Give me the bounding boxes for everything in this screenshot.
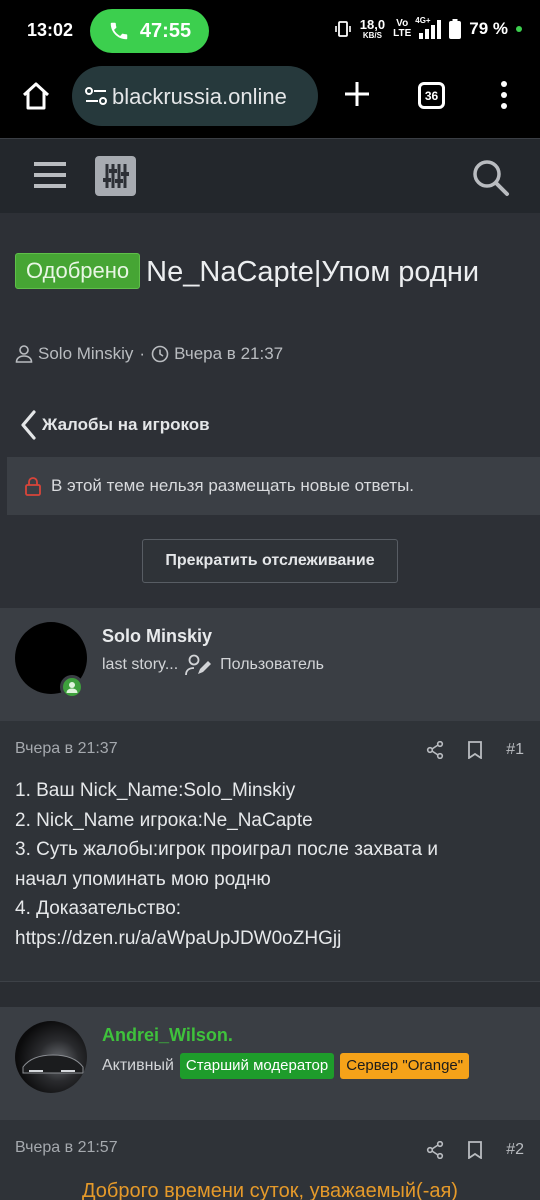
user-title-text: Активный: [102, 1057, 174, 1074]
post-1-body: Вчера в 21:37 #1 1. Ваш Nick_Name:Solo_M…: [0, 721, 540, 981]
net-speed: 18,0 KB/S: [359, 17, 386, 40]
post-author-name[interactable]: Andrei_Wilson.: [102, 1025, 233, 1046]
home-icon[interactable]: [20, 80, 52, 112]
post-date[interactable]: Вчера в 21:57: [15, 1139, 118, 1157]
bookmark-icon[interactable]: [466, 741, 484, 759]
share-icon[interactable]: [426, 1141, 444, 1159]
post-content: 1. Ваш Nick_Name:Solo_Minskiy 2. Nick_Na…: [15, 776, 525, 953]
post-1-author-block: Solo Minskiy last story... Пользователь: [0, 608, 540, 721]
thread-meta: Solo Minskiy · Вчера в 21:37: [15, 344, 283, 364]
post-author-title: last story... Пользователь: [102, 654, 324, 676]
avatar[interactable]: [15, 1021, 87, 1093]
call-timer: 47:55: [139, 19, 192, 42]
chevron-left-icon: [21, 410, 36, 440]
meta-separator: ·: [139, 344, 146, 363]
new-tab-icon[interactable]: [344, 81, 370, 107]
site-settings-icon[interactable]: [84, 86, 108, 106]
search-icon[interactable]: [470, 157, 510, 197]
share-icon[interactable]: [426, 741, 444, 759]
post-line: 1. Ваш Nick_Name:Solo_Minskiy: [15, 780, 296, 801]
post-author-name[interactable]: Solo Minskiy: [102, 626, 212, 647]
post-actions: #2: [426, 1141, 524, 1159]
unwatch-button[interactable]: Прекратить отслеживание: [142, 539, 398, 583]
sliders-icon: [102, 164, 129, 188]
site-header: [0, 138, 540, 213]
battery-icon: [449, 19, 462, 39]
ongoing-call-pill[interactable]: 47:55: [90, 9, 209, 53]
locked-thread-notice: В этой теме нельзя размещать новые ответ…: [4, 457, 540, 515]
signal-icon: 4G+: [415, 16, 442, 39]
more-menu-icon[interactable]: [498, 80, 510, 110]
lock-icon: [25, 477, 41, 496]
reply-first-line: Доброго времени суток, уважаемый(-ая): [82, 1180, 458, 1200]
url-text: blackrussia.online: [112, 84, 287, 109]
user-role-text: Пользователь: [220, 656, 324, 673]
hamburger-menu-icon[interactable]: [34, 161, 66, 189]
user-edit-icon: [185, 654, 212, 676]
phone-icon: [110, 22, 128, 40]
user-title-text: last story...: [102, 656, 179, 673]
post-actions: #1: [426, 741, 524, 759]
thread-title: Одобрено Ne_NaCapte|Упом родни: [15, 249, 525, 295]
user-icon: [15, 345, 33, 363]
address-bar[interactable]: blackrussia.online: [72, 66, 318, 126]
tab-switcher-button[interactable]: 36: [418, 82, 445, 109]
post-2-author-block: Andrei_Wilson. Активный Старший модерато…: [0, 1007, 540, 1120]
post-line: 2. Nick_Name игрока:Ne_NaCapte: [15, 809, 313, 831]
locked-notice-text: В этой теме нельзя размещать новые ответ…: [51, 476, 415, 495]
post-line: начал упоминать мою родню: [15, 868, 271, 890]
vibrate-icon: [334, 21, 351, 37]
online-status-icon: [60, 675, 84, 699]
bookmark-icon[interactable]: [466, 1141, 484, 1159]
post-line: 4. Доказательство:: [15, 898, 182, 919]
status-time: 13:02: [27, 20, 74, 40]
approved-prefix-badge[interactable]: Одобрено: [15, 253, 141, 289]
battery-percent: 79 %: [469, 19, 508, 38]
car-image: [22, 1054, 84, 1074]
server-badge: Сервер "Orange": [340, 1053, 470, 1079]
filter-button[interactable]: [95, 156, 136, 196]
thread-title-text: Ne_NaCapte|Упом родни: [146, 256, 480, 288]
post-divider: [0, 981, 540, 1007]
status-bar: 13:02 47:55 18,0 KB/S Vo LTE 4G+ 79 %: [0, 0, 540, 62]
breadcrumb-label: Жалобы на игроков: [42, 415, 210, 434]
post-line: 3. Суть жалобы:игрок проиграл после захв…: [15, 839, 438, 860]
clock-icon: [151, 345, 169, 363]
breadcrumb-back-link[interactable]: Жалобы на игроков: [20, 410, 210, 440]
privacy-dot: [516, 26, 522, 32]
post-number-link[interactable]: #1: [506, 741, 524, 759]
proof-link[interactable]: https://dzen.ru/a/aWpaUpJDW0oZHGjj: [15, 924, 525, 954]
post-author-title: Активный Старший модератор Сервер "Orang…: [102, 1053, 470, 1079]
post-number-link[interactable]: #2: [506, 1141, 524, 1159]
thread-header: Одобрено Ne_NaCapte|Упом родни Solo Minsk…: [0, 213, 540, 608]
volte-indicator: Vo LTE: [393, 18, 412, 39]
post-2-body: Вчера в 21:57 #2 Доброго времени суток, …: [0, 1120, 540, 1200]
post-date[interactable]: Вчера в 21:37: [15, 740, 118, 758]
senior-moderator-badge: Старший модератор: [179, 1053, 335, 1079]
browser-toolbar: blackrussia.online 36: [0, 62, 540, 138]
thread-author-link[interactable]: Solo Minskiy: [38, 344, 133, 364]
thread-date[interactable]: Вчера в 21:37: [174, 344, 283, 364]
